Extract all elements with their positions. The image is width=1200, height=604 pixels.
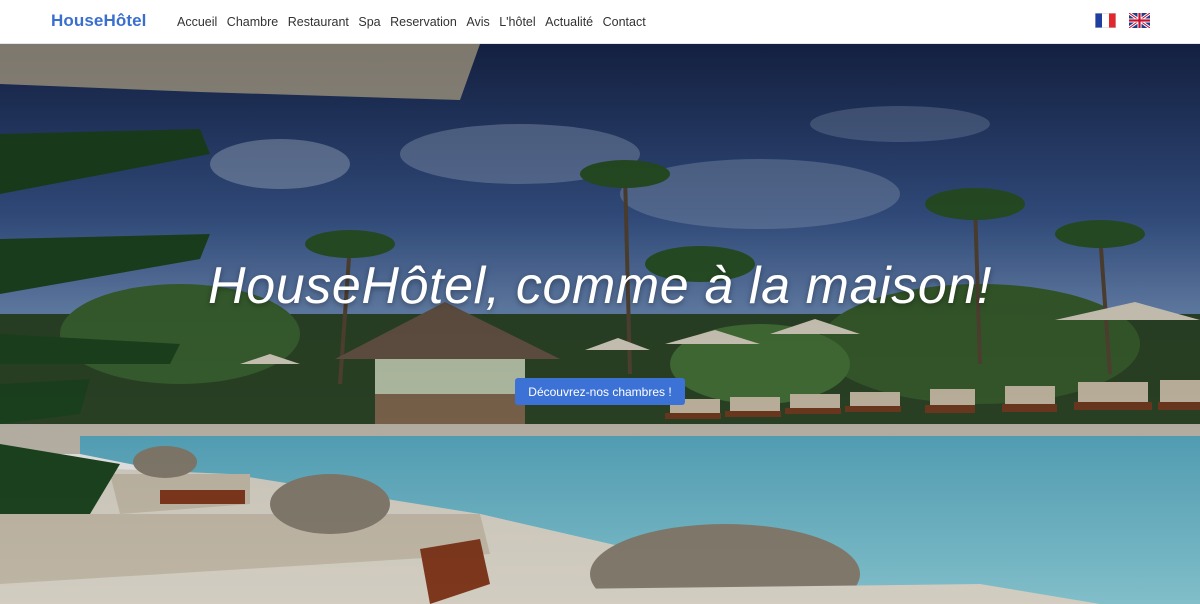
- discover-rooms-button[interactable]: Découvrez-nos chambres !: [515, 378, 685, 405]
- nav-link-contact[interactable]: Contact: [603, 14, 646, 30]
- french-flag-icon[interactable]: [1095, 13, 1116, 28]
- navbar: HouseHôtel Accueil Chambre Restaurant Sp…: [0, 0, 1200, 44]
- hero-title: HouseHôtel, comme à la maison!: [208, 257, 992, 315]
- language-switcher: [1082, 13, 1150, 28]
- nav-link-avis[interactable]: Avis: [466, 14, 489, 30]
- nav-link-chambre[interactable]: Chambre: [227, 14, 278, 30]
- nav-link-accueil[interactable]: Accueil: [177, 14, 217, 30]
- nav-link-spa[interactable]: Spa: [358, 14, 380, 30]
- nav-link-hotel[interactable]: L'hôtel: [499, 14, 535, 30]
- hero-section: HouseHôtel, comme à la maison! Découvrez…: [0, 44, 1200, 604]
- uk-flag-icon[interactable]: [1129, 13, 1150, 28]
- brand-logo[interactable]: HouseHôtel: [51, 11, 146, 31]
- nav-menu: Accueil Chambre Restaurant Spa Reservati…: [177, 14, 655, 30]
- hero-background-image: [0, 44, 1200, 604]
- nav-link-reservation[interactable]: Reservation: [390, 14, 457, 30]
- nav-link-restaurant[interactable]: Restaurant: [288, 14, 349, 30]
- nav-link-actualite[interactable]: Actualité: [545, 14, 593, 30]
